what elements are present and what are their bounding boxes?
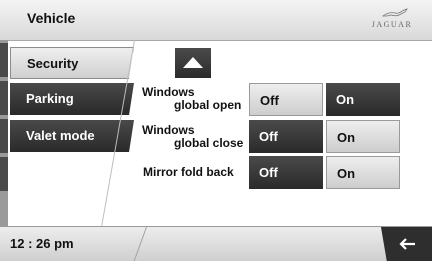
windows-open-off-button[interactable]: Off — [249, 83, 323, 116]
header-bar: Vehicle JAGUAR — [0, 0, 432, 41]
strip-segment — [0, 157, 8, 191]
footer-divider — [133, 227, 147, 261]
sidebar-item-label: Security — [27, 56, 79, 71]
mirror-fold-off-button[interactable]: Off — [249, 156, 323, 189]
scroll-up-button[interactable] — [175, 48, 211, 78]
sidebar-item-security[interactable]: Security — [10, 47, 134, 79]
brand-wordmark: JAGUAR — [371, 20, 413, 29]
scroll-up-icon — [183, 57, 203, 68]
option-label-line: global open — [174, 98, 242, 112]
back-arrow-icon — [399, 238, 415, 250]
page-title: Vehicle — [27, 10, 76, 26]
windows-close-off-button[interactable]: Off — [249, 120, 323, 153]
sidebar-item-parking[interactable]: Parking — [10, 83, 134, 115]
jaguar-leaper-icon — [382, 8, 408, 17]
mirror-fold-on-button[interactable]: On — [326, 156, 400, 189]
windows-open-on-button[interactable]: On — [326, 83, 400, 116]
sidebar-item-label: Valet mode — [26, 128, 95, 143]
back-button[interactable] — [380, 227, 432, 261]
brand-logo: JAGUAR — [364, 7, 420, 35]
footer-bar: 12 : 26 pm — [0, 226, 432, 261]
option-label-windows-global-close: Windows global close — [142, 124, 243, 150]
option-label-windows-global-open: Windows global open — [142, 86, 241, 112]
strip-segment — [0, 81, 8, 115]
button-label: On — [336, 92, 355, 107]
button-label: Off — [259, 129, 278, 144]
windows-close-on-button[interactable]: On — [326, 120, 400, 153]
clock-display: 12 : 26 pm — [10, 236, 74, 251]
left-edge-strip — [0, 40, 8, 226]
vehicle-settings-screen: Vehicle JAGUAR Security Parking Valet mo… — [0, 0, 432, 261]
option-label-mirror-fold-back: Mirror fold back — [143, 166, 234, 179]
sidebar-item-label: Parking — [26, 91, 74, 106]
option-label-line: Mirror fold back — [143, 165, 234, 179]
button-label: On — [337, 130, 356, 145]
button-label: On — [337, 166, 356, 181]
strip-segment — [0, 119, 8, 153]
button-label: Off — [260, 93, 279, 108]
button-label: Off — [259, 165, 278, 180]
option-label-line: global close — [174, 136, 244, 150]
strip-segment — [0, 43, 8, 77]
